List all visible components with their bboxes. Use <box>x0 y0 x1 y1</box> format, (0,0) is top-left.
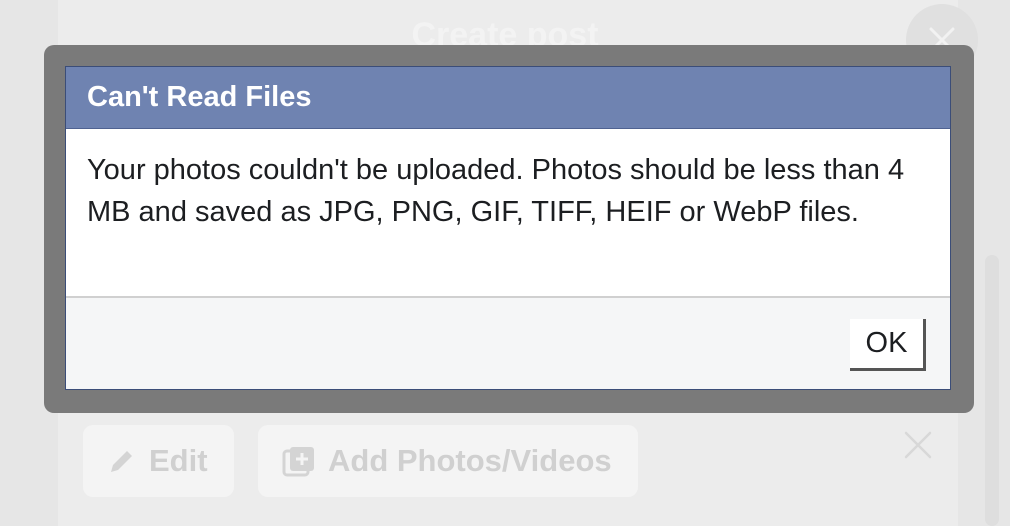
close-icon <box>904 431 932 459</box>
error-dialog-frame: Can't Read Files Your photos couldn't be… <box>44 45 974 413</box>
add-photos-videos-label: Add Photos/Videos <box>328 443 612 478</box>
dialog-header: Can't Read Files <box>66 67 950 129</box>
pencil-icon <box>111 451 132 472</box>
add-photos-videos-button[interactable]: Add Photos/Videos <box>258 425 638 497</box>
ok-button[interactable]: OK <box>850 319 926 371</box>
error-dialog: Can't Read Files Your photos couldn't be… <box>65 66 951 390</box>
add-photo-icon <box>282 447 314 477</box>
edit-label: Edit <box>149 443 208 478</box>
edit-button[interactable]: Edit <box>83 425 234 497</box>
dialog-footer: OK <box>66 296 950 389</box>
remove-attachment-button[interactable] <box>903 430 933 465</box>
dialog-title: Can't Read Files <box>87 81 312 113</box>
dialog-message: Your photos couldn't be uploaded. Photos… <box>66 129 950 296</box>
scrollbar[interactable] <box>985 255 999 526</box>
